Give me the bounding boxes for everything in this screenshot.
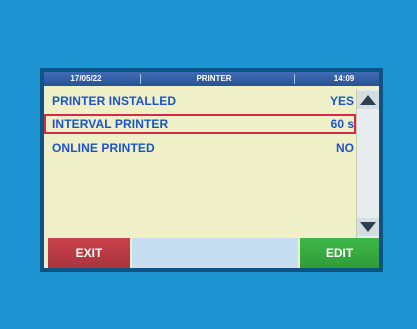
setting-row-printer-installed[interactable]: PRINTER INSTALLED YES xyxy=(44,91,356,111)
exit-button[interactable]: EXIT xyxy=(48,238,130,268)
setting-value: YES xyxy=(329,94,354,108)
arrow-up-icon xyxy=(360,95,376,105)
status-date: 17/05/22 xyxy=(70,74,102,83)
setting-value: 60 s xyxy=(330,117,354,131)
touch-screen: 17/05/22 PRINTER 14:09 PRINTER INSTALLED… xyxy=(44,72,379,268)
status-divider xyxy=(294,74,295,84)
scroll-down-button[interactable] xyxy=(357,218,379,236)
edit-button[interactable]: EDIT xyxy=(300,238,379,268)
scroll-up-button[interactable] xyxy=(357,91,379,109)
edit-button-label: EDIT xyxy=(325,246,354,260)
exit-button-label: EXIT xyxy=(75,246,103,260)
arrow-down-icon xyxy=(360,222,376,232)
setting-label: INTERVAL PRINTER xyxy=(52,117,169,131)
status-time: 14:09 xyxy=(333,74,355,83)
setting-label: ONLINE PRINTED xyxy=(52,141,155,155)
setting-row-online-printed[interactable]: ONLINE PRINTED NO xyxy=(44,138,356,158)
setting-value: NO xyxy=(336,141,354,155)
scrollbar[interactable] xyxy=(356,89,379,238)
status-bar: 17/05/22 PRINTER 14:09 xyxy=(44,72,379,86)
status-divider xyxy=(140,74,141,84)
empty-softkey xyxy=(132,238,298,268)
screen-title: PRINTER xyxy=(196,74,232,83)
setting-row-interval-printer[interactable]: INTERVAL PRINTER 60 s xyxy=(44,114,356,134)
setting-label: PRINTER INSTALLED xyxy=(52,94,177,108)
